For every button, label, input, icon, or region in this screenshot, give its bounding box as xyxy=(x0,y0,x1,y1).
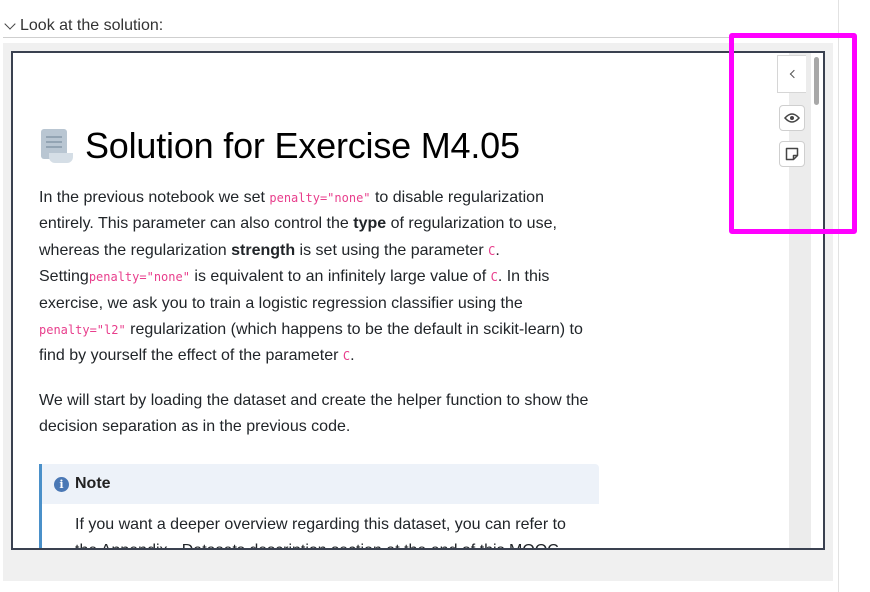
solution-summary-label: Look at the solution: xyxy=(20,17,164,34)
add-note-button[interactable] xyxy=(779,141,805,167)
eye-icon xyxy=(784,113,800,123)
code-penalty-none: penalty="none" xyxy=(88,270,190,285)
summary-divider xyxy=(3,37,833,38)
page-title: Solution for Exercise M4.05 xyxy=(85,125,520,166)
solution-disclosure-toggle[interactable]: Look at the solution: xyxy=(4,16,163,36)
chevron-down-icon xyxy=(4,18,16,30)
intro-paragraph: In the previous notebook we set penalty=… xyxy=(39,189,583,365)
code-penalty-none: penalty="none" xyxy=(269,191,371,205)
bold-strength: strength xyxy=(231,241,296,259)
scrollbar-thumb[interactable] xyxy=(814,57,819,105)
dataset-paragraph: We will start by loading the dataset and… xyxy=(39,392,589,436)
notebook-title-row: Solution for Exercise M4.05 xyxy=(39,125,520,167)
bold-type: type xyxy=(353,215,387,233)
chevron-left-icon xyxy=(789,69,798,79)
show-annotations-button[interactable] xyxy=(779,105,805,131)
notebook-iframe: Solution for Exercise M4.05 In the previ… xyxy=(11,51,825,550)
scroll-document-icon xyxy=(39,127,75,165)
code-c: C xyxy=(490,270,498,285)
page-right-divider xyxy=(838,0,839,592)
sticky-note-icon xyxy=(785,147,799,161)
code-penalty-l2: penalty="l2" xyxy=(39,323,126,338)
note-admonition: i Note If you want a deeper overview reg… xyxy=(39,464,599,548)
note-body: If you want a deeper overview regarding … xyxy=(42,504,599,548)
note-title: i Note xyxy=(54,475,111,493)
info-icon: i xyxy=(54,476,69,492)
sidebar-toggle-button[interactable] xyxy=(777,55,806,93)
